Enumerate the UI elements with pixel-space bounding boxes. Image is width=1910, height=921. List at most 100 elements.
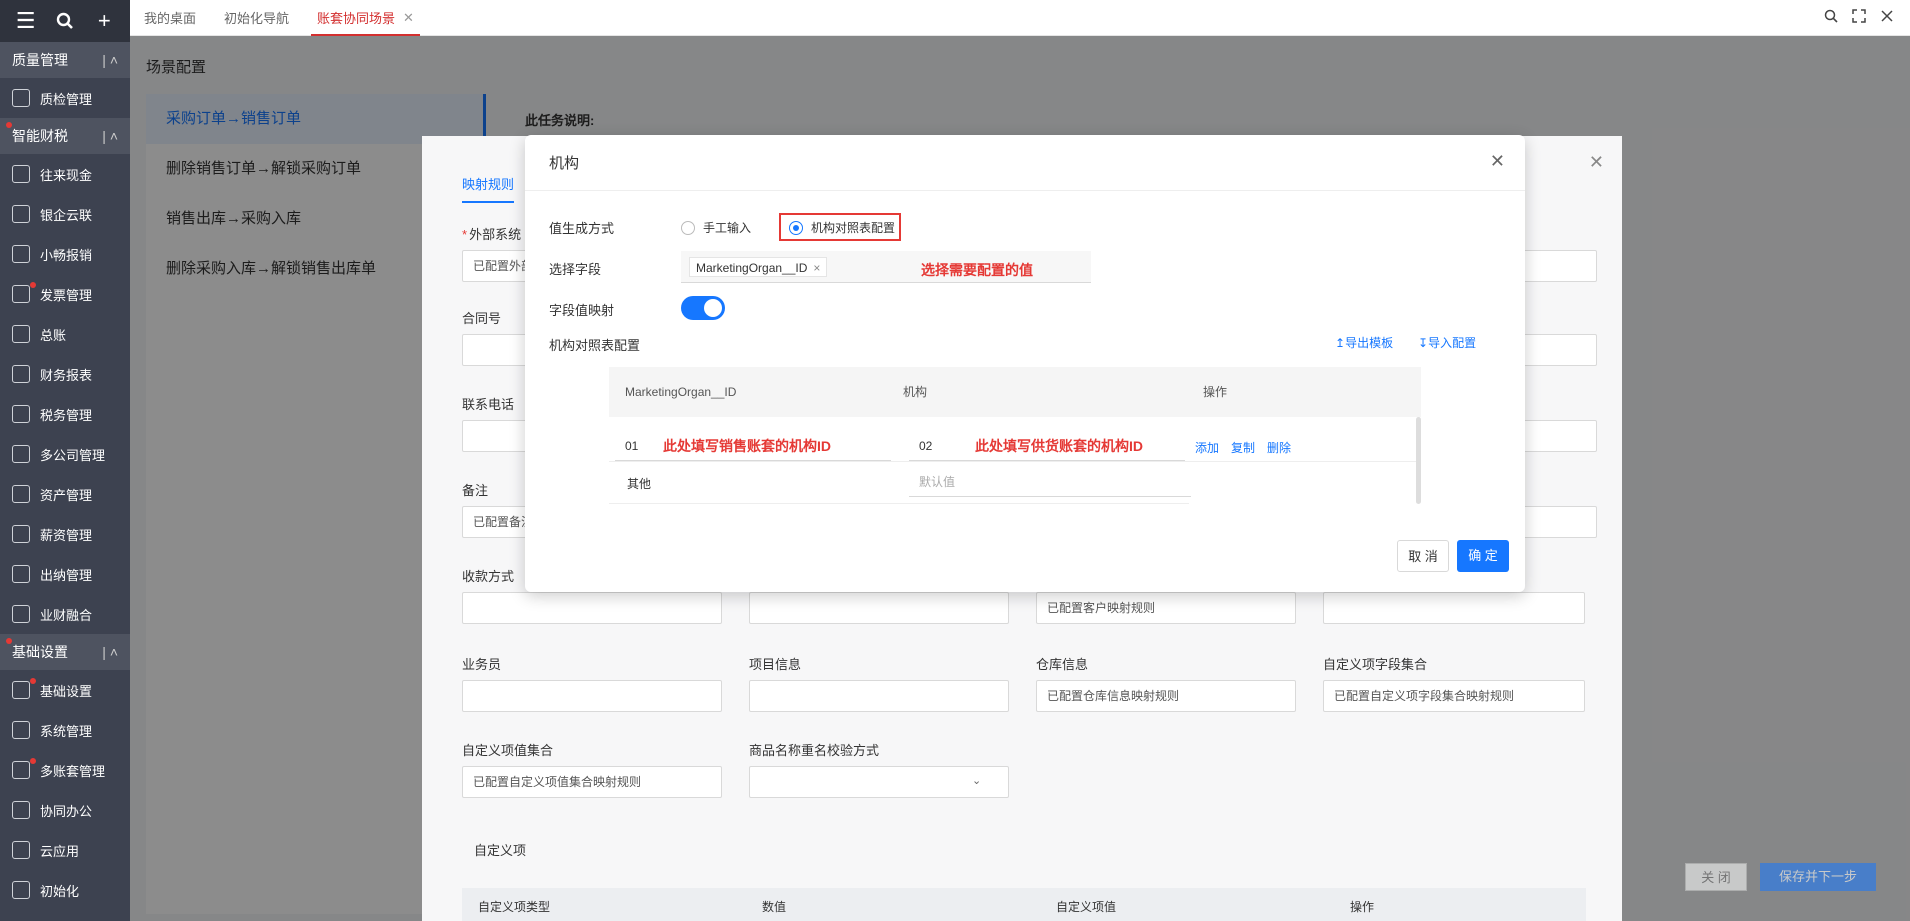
notification-dot [6, 638, 12, 644]
sidebar-item-label: 多账套管理 [40, 763, 106, 779]
sidebar-section[interactable]: 智能财税 | ˄ [0, 118, 130, 154]
sidebar-item-label: 税务管理 [40, 407, 93, 423]
col-header: 操作 [1203, 385, 1228, 399]
project-field[interactable] [749, 680, 1009, 712]
export-template-link[interactable]: ↥导出模板 [1335, 334, 1393, 351]
sidebar-item[interactable]: 质检管理 [0, 78, 130, 118]
field-label-dup-check: 商品名称重名校验方式 [749, 743, 880, 758]
sidebar-item[interactable]: 发票管理 [0, 274, 130, 314]
sidebar-item[interactable]: 税务管理 [0, 394, 130, 434]
sidebar-item[interactable]: 薪资管理 [0, 514, 130, 554]
sidebar-item[interactable]: 多账套管理 [0, 750, 130, 790]
cancel-button[interactable]: 取 消 [1397, 540, 1449, 572]
chevron-up-icon: | ˄ [102, 128, 118, 144]
sidebar-item[interactable]: 系统管理 [0, 710, 130, 750]
field-label-payment: 收款方式 [462, 569, 515, 584]
notification-dot [30, 282, 36, 288]
notification-dot [30, 758, 36, 764]
menu-item-icon [12, 565, 30, 583]
close-icon[interactable] [1880, 9, 1894, 26]
tab-label: 初始化导航 [224, 11, 290, 26]
sidebar-menu: 质量管理 | ˄ 质检管理 智能财税 | ˄ 往来现金 银企云联 小畅报销 发票管理 总账 财务报表… [0, 42, 130, 910]
sidebar-item[interactable]: 出纳管理 [0, 554, 130, 594]
payment-adjacent-field[interactable] [749, 592, 1009, 624]
notification-dot [6, 122, 12, 128]
search-icon[interactable] [50, 6, 80, 36]
delete-row-link[interactable]: 删除 [1267, 439, 1291, 456]
sidebar-item-label: 系统管理 [40, 723, 93, 739]
custom-values-field[interactable]: 已配置自定义项值集合映射规则 [462, 766, 722, 798]
menu-item-icon [12, 525, 30, 543]
menu-item-icon [12, 285, 30, 303]
tab-init-nav[interactable]: 初始化导航 [210, 0, 303, 36]
import-config-link[interactable]: ↧导入配置 [1418, 334, 1476, 351]
sidebar: ☰ + 质量管理 | ˄ 质检管理 智能财税 | ˄ 往来现金 银企云联 小畅报销 发票管理 总账… [0, 0, 130, 921]
tab-my-desktop[interactable]: 我的桌面 [130, 0, 210, 36]
radio-circle-checked [789, 220, 803, 235]
tab-label: 我的桌面 [144, 11, 197, 26]
radio-manual-input[interactable]: 手工输入 [681, 219, 751, 236]
menu-item-icon [12, 801, 30, 819]
close-button[interactable]: 关 闭 [1685, 863, 1747, 891]
menu-item-icon [12, 365, 30, 383]
chevron-up-icon: | ˄ [102, 52, 118, 68]
close-icon[interactable]: ✕ [1490, 151, 1505, 172]
sidebar-item[interactable]: 业财融合 [0, 594, 130, 634]
sidebar-item[interactable]: 财务报表 [0, 354, 130, 394]
custom-fieldset-field[interactable]: 已配置自定义项字段集合映射规则 [1323, 680, 1585, 712]
annotation-id: 此处填写销售账套的机构ID [663, 438, 831, 454]
tab-ledger-collab[interactable]: 账套协同场景 ✕ [303, 0, 428, 36]
radio-org-table[interactable]: 机构对照表配置 [789, 219, 895, 236]
menu-item-icon [12, 445, 30, 463]
payment-right-field[interactable] [1323, 592, 1585, 624]
sidebar-item[interactable]: 小畅报销 [0, 234, 130, 274]
sidebar-item[interactable]: 初始化 [0, 870, 130, 910]
tab-close-icon[interactable]: ✕ [403, 10, 414, 26]
sidebar-item[interactable]: 往来现金 [0, 154, 130, 194]
select-field-label: 选择字段 [549, 262, 602, 277]
radio-label: 手工输入 [703, 221, 752, 235]
menu-item-icon [12, 721, 30, 739]
sidebar-item-label: 基础设置 [40, 683, 93, 699]
field-map-toggle[interactable] [681, 296, 725, 320]
save-next-button[interactable]: 保存并下一步 [1760, 863, 1876, 891]
warehouse-field[interactable]: 已配置仓库信息映射规则 [1036, 680, 1296, 712]
sidebar-item[interactable]: 资产管理 [0, 474, 130, 514]
menu-icon[interactable]: ☰ [11, 6, 41, 36]
close-icon[interactable]: ✕ [1589, 152, 1604, 173]
search-icon[interactable] [1824, 9, 1838, 26]
sidebar-item[interactable]: 协同办公 [0, 790, 130, 830]
chevron-up-icon: | ˄ [102, 644, 118, 660]
download-icon: ↧ [1418, 336, 1429, 350]
custom-section-title: 自定义项 [474, 843, 527, 858]
sidebar-item[interactable]: 云应用 [0, 830, 130, 870]
tag-remove-icon[interactable]: × [813, 261, 820, 275]
sidebar-item[interactable]: 银企云联 [0, 194, 130, 234]
menu-item-icon [12, 165, 30, 183]
sidebar-item[interactable]: 多公司管理 [0, 434, 130, 474]
org-dialog: 机构 ✕ 值生成方式 手工输入 机构对照表配置 选择字段 MarketingOr… [525, 135, 1525, 592]
salesman-field[interactable] [462, 680, 722, 712]
sidebar-item[interactable]: 总账 [0, 314, 130, 354]
confirm-button[interactable]: 确 定 [1457, 540, 1509, 572]
field-label-warehouse: 仓库信息 [1036, 657, 1089, 672]
table-scrollbar[interactable] [1416, 417, 1421, 504]
org-table-label: 机构对照表配置 [549, 338, 641, 353]
customer-field[interactable]: 已配置客户映射规则 [1036, 592, 1296, 624]
fullscreen-icon[interactable] [1852, 9, 1866, 26]
annotation-select: 选择需要配置的值 [921, 262, 1033, 278]
sidebar-item[interactable]: 基础设置 [0, 670, 130, 710]
sidebar-item-label: 协同办公 [40, 803, 93, 819]
add-row-link[interactable]: 添加 [1195, 439, 1219, 456]
sidebar-section[interactable]: 质量管理 | ˄ [0, 42, 130, 78]
default-value-input[interactable]: 默认值 [909, 467, 1191, 497]
sidebar-section-label: 基础设置 [12, 644, 68, 660]
tab-mapping-rules[interactable]: 映射规则 [462, 174, 515, 203]
add-icon[interactable]: + [89, 6, 119, 36]
col-header: 自定义项类型 [478, 900, 551, 914]
payment-field[interactable] [462, 592, 722, 624]
copy-row-link[interactable]: 复制 [1231, 439, 1255, 456]
sidebar-section[interactable]: 基础设置 | ˄ [0, 634, 130, 670]
dup-check-select[interactable] [749, 766, 1009, 798]
col-header: 操作 [1350, 900, 1375, 914]
